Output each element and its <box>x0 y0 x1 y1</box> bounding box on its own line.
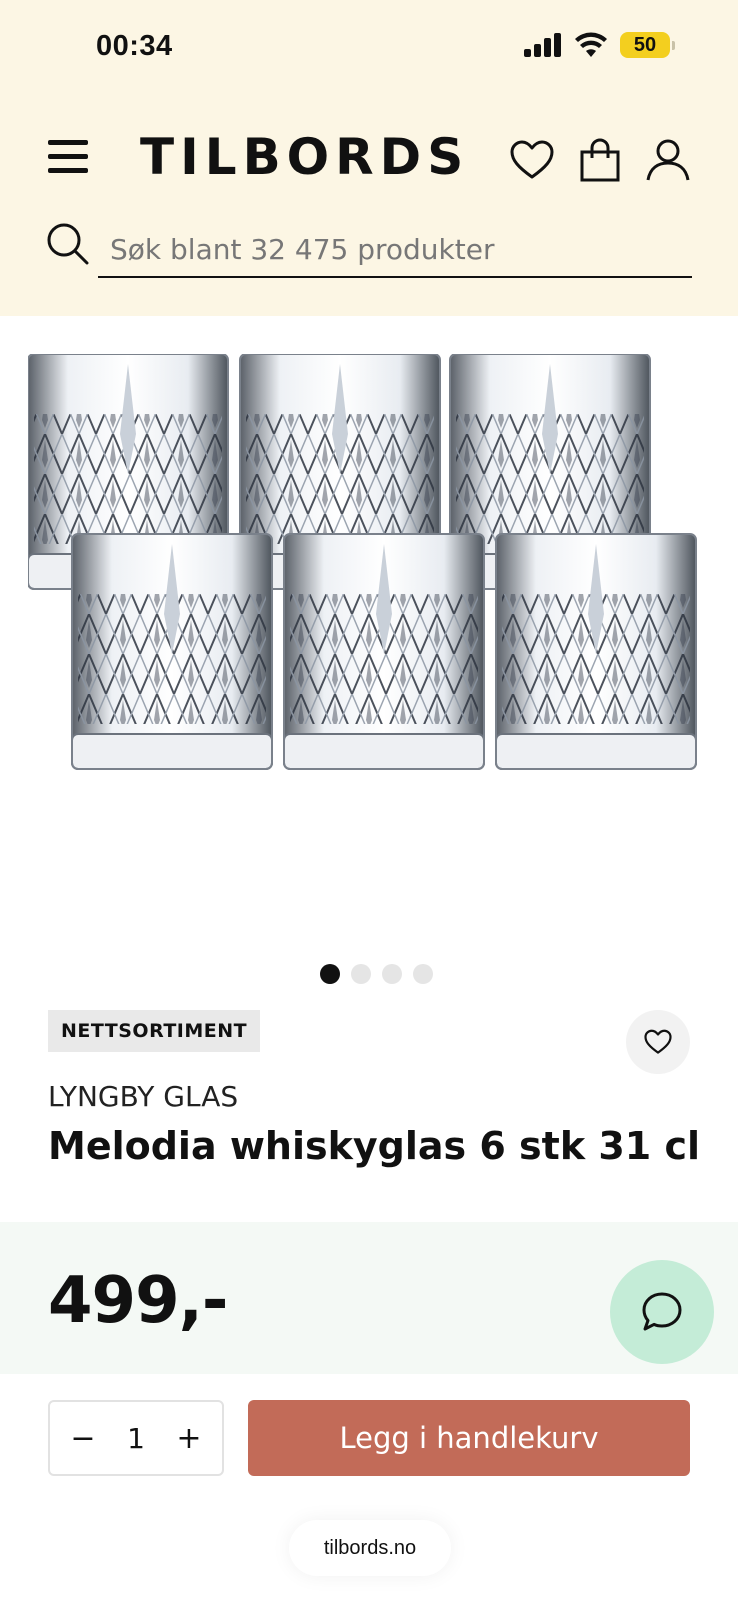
gallery-dot-4[interactable] <box>412 964 433 984</box>
gallery-pagination <box>0 964 738 984</box>
heart-icon <box>644 1029 672 1054</box>
product-price: 499,- <box>48 1264 228 1338</box>
status-time: 00:34 <box>96 30 173 62</box>
chat-button[interactable] <box>610 1260 714 1364</box>
search-input[interactable] <box>98 222 692 278</box>
browser-url-bar[interactable]: tilbords.no <box>289 1520 451 1576</box>
gallery-dot-1[interactable] <box>319 964 340 984</box>
status-icons: 50 <box>524 32 675 58</box>
product-brand[interactable]: LYNGBY GLAS <box>48 1080 238 1113</box>
product-image-gallery[interactable] <box>0 316 738 936</box>
battery-indicator: 50 <box>620 32 675 58</box>
header-area: 00:34 50 TILBORDS <box>0 0 738 316</box>
quantity-stepper: − 1 + <box>48 1400 224 1476</box>
wifi-icon <box>575 32 607 57</box>
wishlist-heart-icon[interactable] <box>508 136 556 184</box>
product-title: Melodia whiskyglas 6 stk 31 cl <box>48 1124 700 1168</box>
quantity-value[interactable]: 1 <box>127 1422 145 1455</box>
gallery-dot-2[interactable] <box>350 964 371 984</box>
cart-bag-icon[interactable] <box>576 136 624 184</box>
gallery-dot-3[interactable] <box>381 964 402 984</box>
decrease-quantity-button[interactable]: − <box>66 1421 100 1456</box>
product-image <box>28 354 697 770</box>
add-to-wishlist-button[interactable] <box>626 1010 690 1074</box>
account-user-icon[interactable] <box>644 136 692 184</box>
search-icon[interactable] <box>46 222 90 266</box>
add-to-cart-button[interactable]: Legg i handlekurv <box>248 1400 690 1476</box>
chat-bubble-icon <box>642 1292 682 1331</box>
menu-icon[interactable] <box>48 140 88 176</box>
status-badge: NETTSORTIMENT <box>48 1010 261 1052</box>
increase-quantity-button[interactable]: + <box>172 1421 206 1456</box>
search-bar <box>46 222 692 280</box>
site-logo[interactable]: TILBORDS <box>140 128 469 186</box>
signal-icon <box>524 33 561 57</box>
